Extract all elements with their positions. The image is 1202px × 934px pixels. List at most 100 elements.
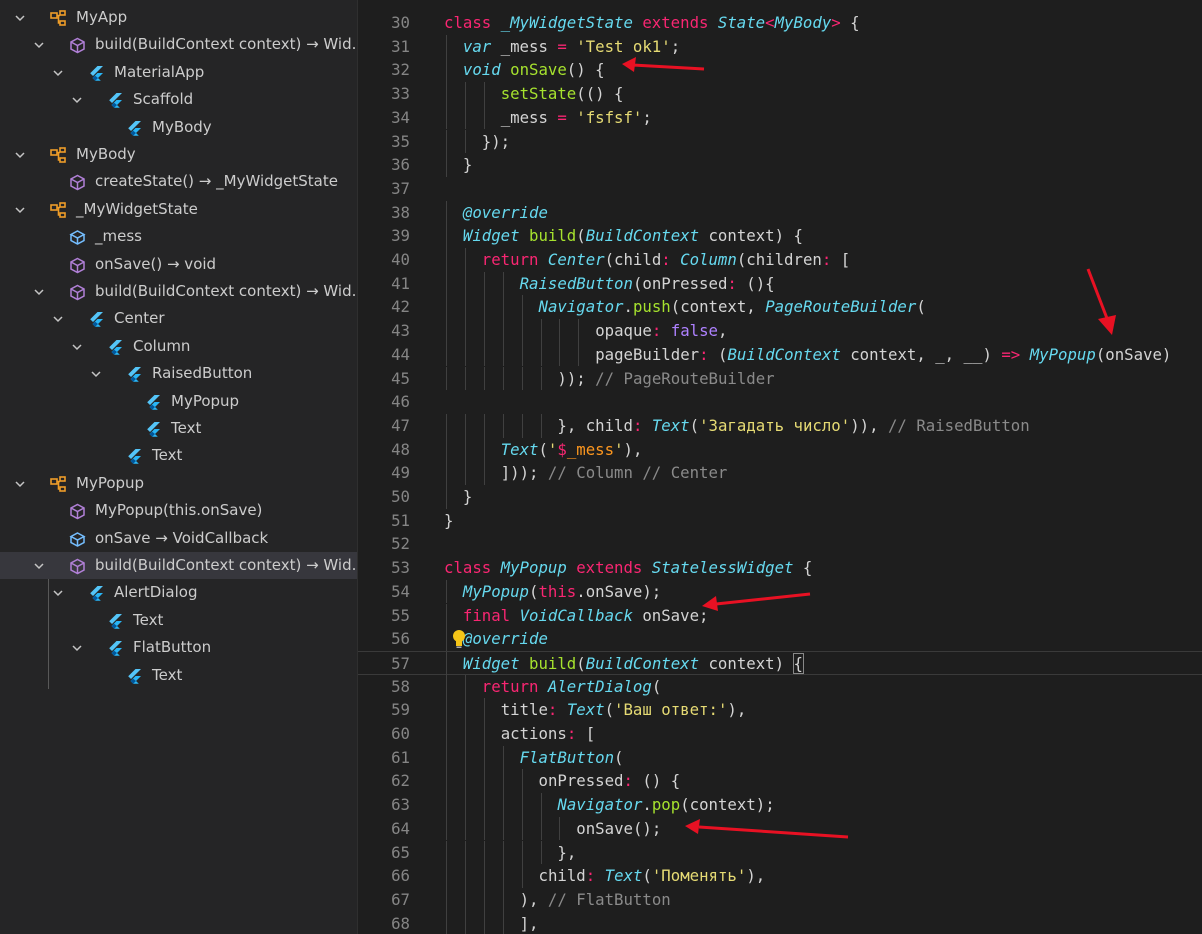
lightbulb-icon[interactable]: [452, 629, 466, 654]
code-line[interactable]: 30 class _MyWidgetState extends State<MyB…: [358, 11, 1202, 35]
code-token: )): [850, 415, 870, 435]
flutter-widget-icon: [107, 91, 124, 108]
code-line[interactable]: 67), // FlatButton: [358, 887, 1202, 912]
outline-item[interactable]: MyPopup: [0, 388, 357, 415]
outline-item[interactable]: Text: [0, 607, 357, 634]
outline-item[interactable]: AlertDialog: [0, 579, 357, 606]
code-line[interactable]: 41 RaisedButton(onPressed: (){: [358, 271, 1202, 296]
code-line[interactable]: 60 actions: [: [358, 722, 1202, 746]
code-token: :: [727, 273, 747, 293]
code-editor[interactable]: 30 class _MyWidgetState extends State<MyB…: [358, 0, 1202, 934]
chevron-down-icon[interactable]: [31, 278, 47, 305]
chevron-down-icon[interactable]: [12, 4, 28, 31]
outline-item[interactable]: onSave() → void: [0, 251, 357, 278]
chevron-down-icon[interactable]: [50, 59, 66, 86]
code-line[interactable]: 45)); // PageRouteBuilder: [358, 366, 1202, 391]
chevron-down-icon[interactable]: [12, 141, 28, 168]
code-line[interactable]: 40 return Center(child: Column(children: …: [358, 248, 1202, 272]
code-text: ), // FlatButton: [520, 888, 671, 912]
outline-item[interactable]: Text: [0, 662, 357, 689]
outline-item[interactable]: FlatButton: [0, 634, 357, 661]
outline-item[interactable]: Center: [0, 305, 357, 332]
outline-item[interactable]: onSave → VoidCallback: [0, 525, 357, 552]
indent-guide: [540, 342, 542, 367]
outline-item[interactable]: MyBody: [0, 141, 357, 168]
flutter-widget-icon: [126, 365, 143, 382]
outline-item[interactable]: MyPopup(this.onSave): [0, 497, 357, 524]
code-line[interactable]: 53 class MyPopup extends StatelessWidget …: [358, 556, 1202, 580]
outline-item[interactable]: MyApp: [0, 4, 357, 31]
outline-item-label: _MyWidgetState: [76, 199, 198, 218]
indent-guide: [446, 911, 447, 934]
chevron-down-icon[interactable]: [69, 333, 85, 360]
indent-guide: [446, 129, 447, 154]
code-line[interactable]: 63 Navigator.pop(context);: [358, 793, 1202, 817]
code-token: =: [557, 36, 577, 56]
chevron-down-icon[interactable]: [12, 196, 28, 223]
code-line[interactable]: 38 @override: [358, 200, 1202, 225]
code-text: class _MyWidgetState extends State<MyBod…: [444, 11, 860, 35]
outline-item[interactable]: _mess: [0, 223, 357, 250]
outline-item[interactable]: RaisedButton: [0, 360, 357, 387]
outline-item[interactable]: MyBody: [0, 114, 357, 141]
indent-guide: [502, 319, 504, 343]
outline-item[interactable]: Text: [0, 442, 357, 469]
code-text: _mess = 'fsfsf';: [501, 106, 652, 130]
code-line[interactable]: 62 onPressed: () {: [358, 769, 1202, 794]
code-line[interactable]: 47}, child: Text('Загадать число')), // …: [358, 413, 1202, 438]
chevron-down-icon[interactable]: [69, 86, 85, 113]
code-token: (onSave): [1095, 344, 1172, 364]
chevron-down-icon[interactable]: [31, 552, 47, 579]
code-line[interactable]: 51}: [358, 509, 1202, 533]
code-line[interactable]: 42 Navigator.push(context, PageRouteBuild…: [358, 295, 1202, 320]
code-token: (children: [736, 250, 822, 269]
outline-item[interactable]: createState() → _MyWidgetState: [0, 168, 357, 195]
code-line[interactable]: 66 child: Text('Поменять'),: [358, 864, 1202, 888]
indent-guide: [483, 840, 485, 865]
outline-item[interactable]: build(BuildContext context) → Wid...: [0, 552, 357, 579]
outline-item[interactable]: MaterialApp: [0, 59, 357, 86]
indent-guide: [483, 461, 485, 485]
indent-guide: [483, 864, 485, 888]
code-line[interactable]: 49])); // Column // Center: [358, 461, 1202, 485]
outline-item[interactable]: Text: [0, 415, 357, 442]
code-line[interactable]: 56 @override: [358, 627, 1202, 651]
code-line[interactable]: 44 pageBuilder: (BuildContext context, _,…: [358, 342, 1202, 367]
code-line[interactable]: 68],: [358, 911, 1202, 934]
code-line[interactable]: 59 title: Text('Ваш ответ:'),: [358, 698, 1202, 722]
outline-panel: MyApp build(BuildContext context) → Wid..…: [0, 0, 358, 934]
code-line[interactable]: 35});: [358, 129, 1202, 154]
outline-item[interactable]: build(BuildContext context) → Wid...: [0, 278, 357, 305]
code-token: MyPopup: [500, 558, 577, 578]
code-line[interactable]: 34 _mess = 'fsfsf';: [358, 105, 1202, 130]
code-line[interactable]: 58 return AlertDialog(: [358, 674, 1202, 699]
chevron-down-icon[interactable]: [50, 305, 66, 332]
code-line[interactable]: 33 setState(() {: [358, 82, 1202, 106]
code-line[interactable]: 36}: [358, 153, 1202, 177]
code-line[interactable]: 48 Text('$_mess'),: [358, 437, 1202, 462]
code-line[interactable]: 43 opaque: false,: [358, 319, 1202, 343]
chevron-down-icon[interactable]: [88, 360, 104, 387]
code-line[interactable]: 52: [358, 532, 1202, 556]
indent-guide: [483, 271, 485, 296]
code-token: push: [632, 297, 671, 317]
code-line[interactable]: 50}: [358, 485, 1202, 509]
outline-item[interactable]: Column: [0, 333, 357, 360]
chevron-down-icon[interactable]: [12, 470, 28, 497]
outline-item[interactable]: MyPopup: [0, 470, 357, 497]
code-line[interactable]: 39 Widget build(BuildContext context) {: [358, 224, 1202, 248]
outline-item[interactable]: Scaffold: [0, 86, 357, 113]
code-line[interactable]: 57 Widget build(BuildContext context) {: [358, 650, 1202, 676]
code-line[interactable]: 32 void onSave() {: [358, 58, 1202, 83]
code-line[interactable]: 61 FlatButton(: [358, 745, 1202, 770]
method-icon: [69, 283, 86, 301]
code-token: Center: [547, 250, 605, 269]
code-line[interactable]: 31 var _mess = 'Test ok1';: [358, 34, 1202, 59]
code-line[interactable]: 46: [358, 390, 1202, 414]
chevron-down-icon[interactable]: [69, 634, 85, 661]
chevron-down-icon[interactable]: [50, 579, 66, 606]
chevron-down-icon[interactable]: [31, 31, 47, 58]
outline-item[interactable]: build(BuildContext context) → Wid...: [0, 31, 357, 58]
code-line[interactable]: 37: [358, 177, 1202, 201]
outline-item[interactable]: _MyWidgetState: [0, 196, 357, 223]
